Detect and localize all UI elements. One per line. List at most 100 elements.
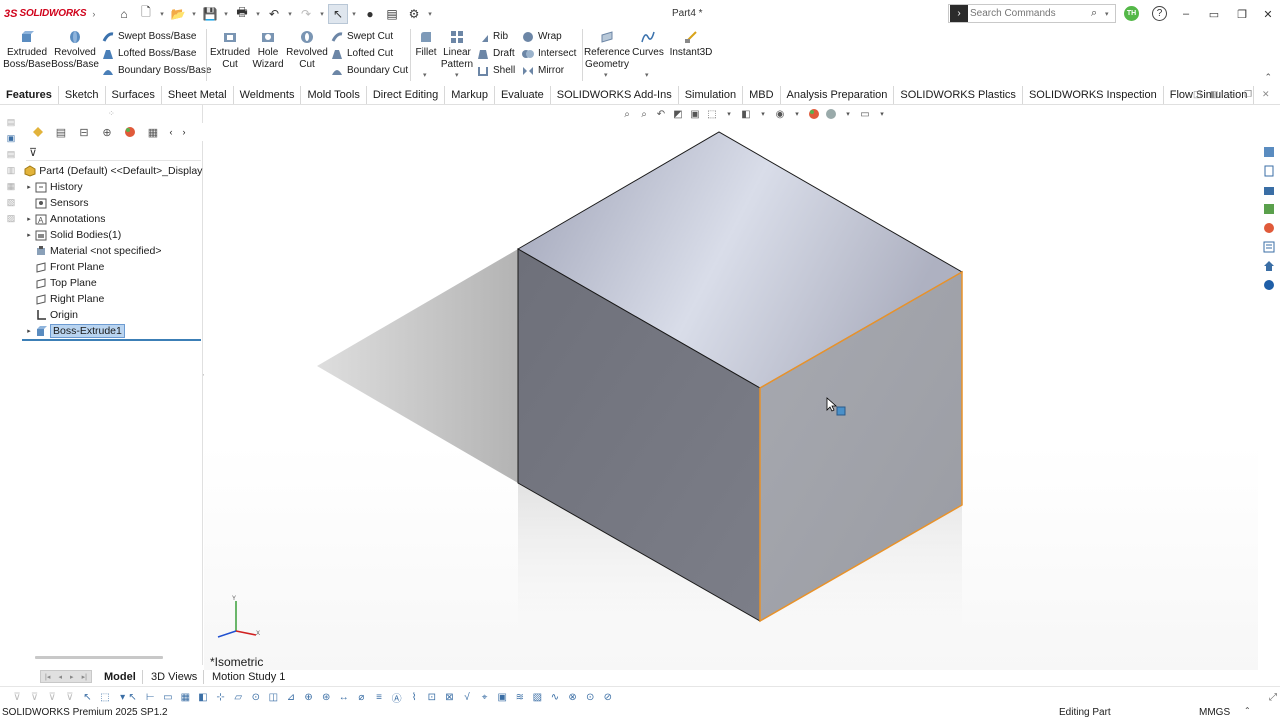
tab-evaluate[interactable]: Evaluate	[495, 85, 551, 104]
chevron-down-icon[interactable]: ▾	[190, 10, 198, 18]
note-filter-icon[interactable]: ≡	[372, 690, 386, 704]
extruded-cut-button[interactable]: Extruded Cut	[209, 29, 251, 71]
tree-item-annotations[interactable]: ▸ A Annotations	[22, 211, 203, 227]
search-commands[interactable]: › ⌕ ▾	[948, 4, 1116, 23]
tab-sketch[interactable]: Sketch	[59, 85, 106, 104]
fillet-button[interactable]: Fillet	[413, 29, 439, 59]
unit-system[interactable]: MMGS	[1199, 707, 1230, 718]
strip-icon[interactable]: ▨	[4, 212, 18, 224]
tab-surfaces[interactable]: Surfaces	[106, 85, 162, 104]
property-manager-tab-icon[interactable]: ▤	[51, 124, 71, 140]
hole-wizard-button[interactable]: Hole Wizard	[251, 29, 285, 71]
hole-callout-icon[interactable]: ⌀	[354, 690, 368, 704]
center-mark-icon[interactable]: ⊛	[319, 690, 333, 704]
tab-3d-views[interactable]: 3D Views	[145, 670, 205, 684]
graphics-area[interactable]: ⌕ ⌕ ↶ ◩ ▣ ⬚ ▾ ◧ ▾ ◉ ▾ ▾ ▭ ▾ Y X *Isometr…	[204, 105, 1258, 670]
chevron-right-icon[interactable]: ▸	[24, 327, 34, 335]
home-icon[interactable]	[1262, 259, 1276, 273]
swept-cut-button[interactable]: Swept Cut	[331, 29, 393, 44]
tree-item-boss-extrude1[interactable]: ▸ Boss-Extrude1	[22, 323, 203, 339]
midpoint-filter-icon[interactable]: ⊕	[302, 690, 316, 704]
first-tab-icon[interactable]: |◂	[45, 673, 50, 681]
extruded-boss-button[interactable]: Extruded Boss/Base	[3, 29, 51, 71]
vertex-filter-icon[interactable]: ⊢	[143, 690, 157, 704]
geometric-tolerance-icon[interactable]: ⌖	[478, 690, 492, 704]
community-icon[interactable]	[1262, 278, 1276, 292]
datum-feature-icon[interactable]: ⊡	[425, 690, 439, 704]
tab-weldments[interactable]: Weldments	[234, 85, 302, 104]
restore-icon[interactable]: ▭	[1202, 4, 1226, 24]
file-explorer-icon[interactable]	[1262, 183, 1276, 197]
cosmetic-thread-icon[interactable]: ≋	[513, 690, 527, 704]
select-pointer-icon[interactable]: ↖	[328, 3, 348, 24]
surface-finish-icon[interactable]: √	[460, 690, 474, 704]
horizontal-scrollbar[interactable]	[35, 656, 163, 659]
chevron-down-icon[interactable]: ▾	[645, 71, 649, 79]
area-hatch-icon[interactable]: ▧	[530, 690, 544, 704]
revolved-boss-button[interactable]: Revolved Boss/Base	[51, 29, 99, 71]
home-icon[interactable]: ⌂	[114, 4, 134, 24]
spline-point-icon[interactable]: ∿	[548, 690, 562, 704]
intersect-button[interactable]: Intersect	[522, 46, 576, 61]
tree-root-part[interactable]: Part4 (Default) <<Default>_Display S	[22, 163, 203, 179]
chevron-down-icon[interactable]: ▾	[318, 10, 326, 18]
app-logo[interactable]: 3S SOLIDWORKS ›	[0, 8, 110, 20]
filter-icon[interactable]: ⊽	[63, 690, 77, 704]
file-properties-icon[interactable]: ▤	[382, 4, 402, 24]
tree-filter[interactable]: ⊽	[26, 145, 201, 161]
tree-item-top-plane[interactable]: Top Plane	[22, 275, 203, 291]
plane-filter-icon[interactable]: ▱	[231, 690, 245, 704]
close-doc-icon[interactable]: ✕	[1262, 89, 1270, 100]
search-icon[interactable]: ⌕	[1091, 7, 1105, 20]
tab-model[interactable]: Model	[98, 670, 143, 684]
surface-filter-icon[interactable]: ◧	[196, 690, 210, 704]
filter-icon[interactable]: ⊽	[10, 690, 24, 704]
tile-icon[interactable]: ◫	[1193, 89, 1202, 100]
weld-symbol-icon[interactable]: ⌇	[407, 690, 421, 704]
save-icon[interactable]: 💾	[200, 4, 220, 24]
strip-icon[interactable]: ▧	[4, 196, 18, 208]
search-input[interactable]	[970, 8, 1091, 19]
chevron-right-icon[interactable]: ▸	[24, 231, 34, 239]
tree-item-front-plane[interactable]: Front Plane	[22, 259, 203, 275]
undo-icon[interactable]: ↶	[264, 4, 284, 24]
restore-doc-icon[interactable]: ❐	[1244, 89, 1252, 100]
draft-button[interactable]: Draft	[477, 46, 515, 61]
options-gear-icon[interactable]: ⚙	[404, 4, 424, 24]
reference-geometry-button[interactable]: Reference Geometry	[584, 29, 630, 71]
minimize-button[interactable]: –	[1174, 4, 1198, 24]
chevron-up-icon[interactable]: ⌃	[1244, 706, 1251, 715]
point-filter-icon[interactable]: ⊙	[249, 690, 263, 704]
axis-filter-icon[interactable]: ⊹	[214, 690, 228, 704]
chevron-left-icon[interactable]: ‹	[166, 124, 176, 140]
chevron-down-icon[interactable]: ▾	[423, 71, 427, 79]
solidworks-resources-icon[interactable]	[1262, 145, 1276, 159]
sketch-segment-icon[interactable]: ⊿	[284, 690, 298, 704]
strip-icon[interactable]: ▤	[4, 148, 18, 160]
curves-button[interactable]: Curves	[632, 29, 664, 59]
tree-item-origin[interactable]: Origin	[22, 307, 203, 323]
lofted-boss-button[interactable]: Lofted Boss/Base	[102, 46, 196, 61]
expand-icon[interactable]: ⤢	[1266, 690, 1280, 704]
rib-button[interactable]: Rib	[477, 29, 508, 44]
collapse-ribbon-icon[interactable]: ⌃	[1264, 72, 1272, 83]
tab-solidworks-add-ins[interactable]: SOLIDWORKS Add-Ins	[551, 85, 679, 104]
filter-icon[interactable]: ⊽	[28, 690, 42, 704]
tab-mbd[interactable]: MBD	[743, 85, 781, 104]
tab-direct-editing[interactable]: Direct Editing	[367, 85, 446, 104]
strip-icon[interactable]: ▤	[4, 116, 18, 128]
wrap-button[interactable]: Wrap	[522, 29, 562, 44]
feature-tree-tab-icon[interactable]	[28, 124, 48, 140]
last-tab-icon[interactable]: ▸|	[82, 673, 87, 681]
strip-icon[interactable]: ▣	[4, 132, 18, 144]
view-palette-icon[interactable]	[1262, 202, 1276, 216]
close-button[interactable]: ✕	[1256, 4, 1280, 24]
instant3d-button[interactable]: Instant3D	[668, 29, 714, 59]
clear-filters-icon[interactable]: ⊘	[601, 690, 615, 704]
lofted-cut-button[interactable]: Lofted Cut	[331, 46, 393, 61]
filter-icon[interactable]: ⊽	[29, 146, 37, 159]
chevron-right-icon[interactable]: ▸	[24, 183, 34, 191]
dimension-filter-icon[interactable]: ↔	[337, 690, 351, 704]
tree-item-history[interactable]: ▸ History	[22, 179, 203, 195]
tab-sheet-metal[interactable]: Sheet Metal	[162, 85, 234, 104]
